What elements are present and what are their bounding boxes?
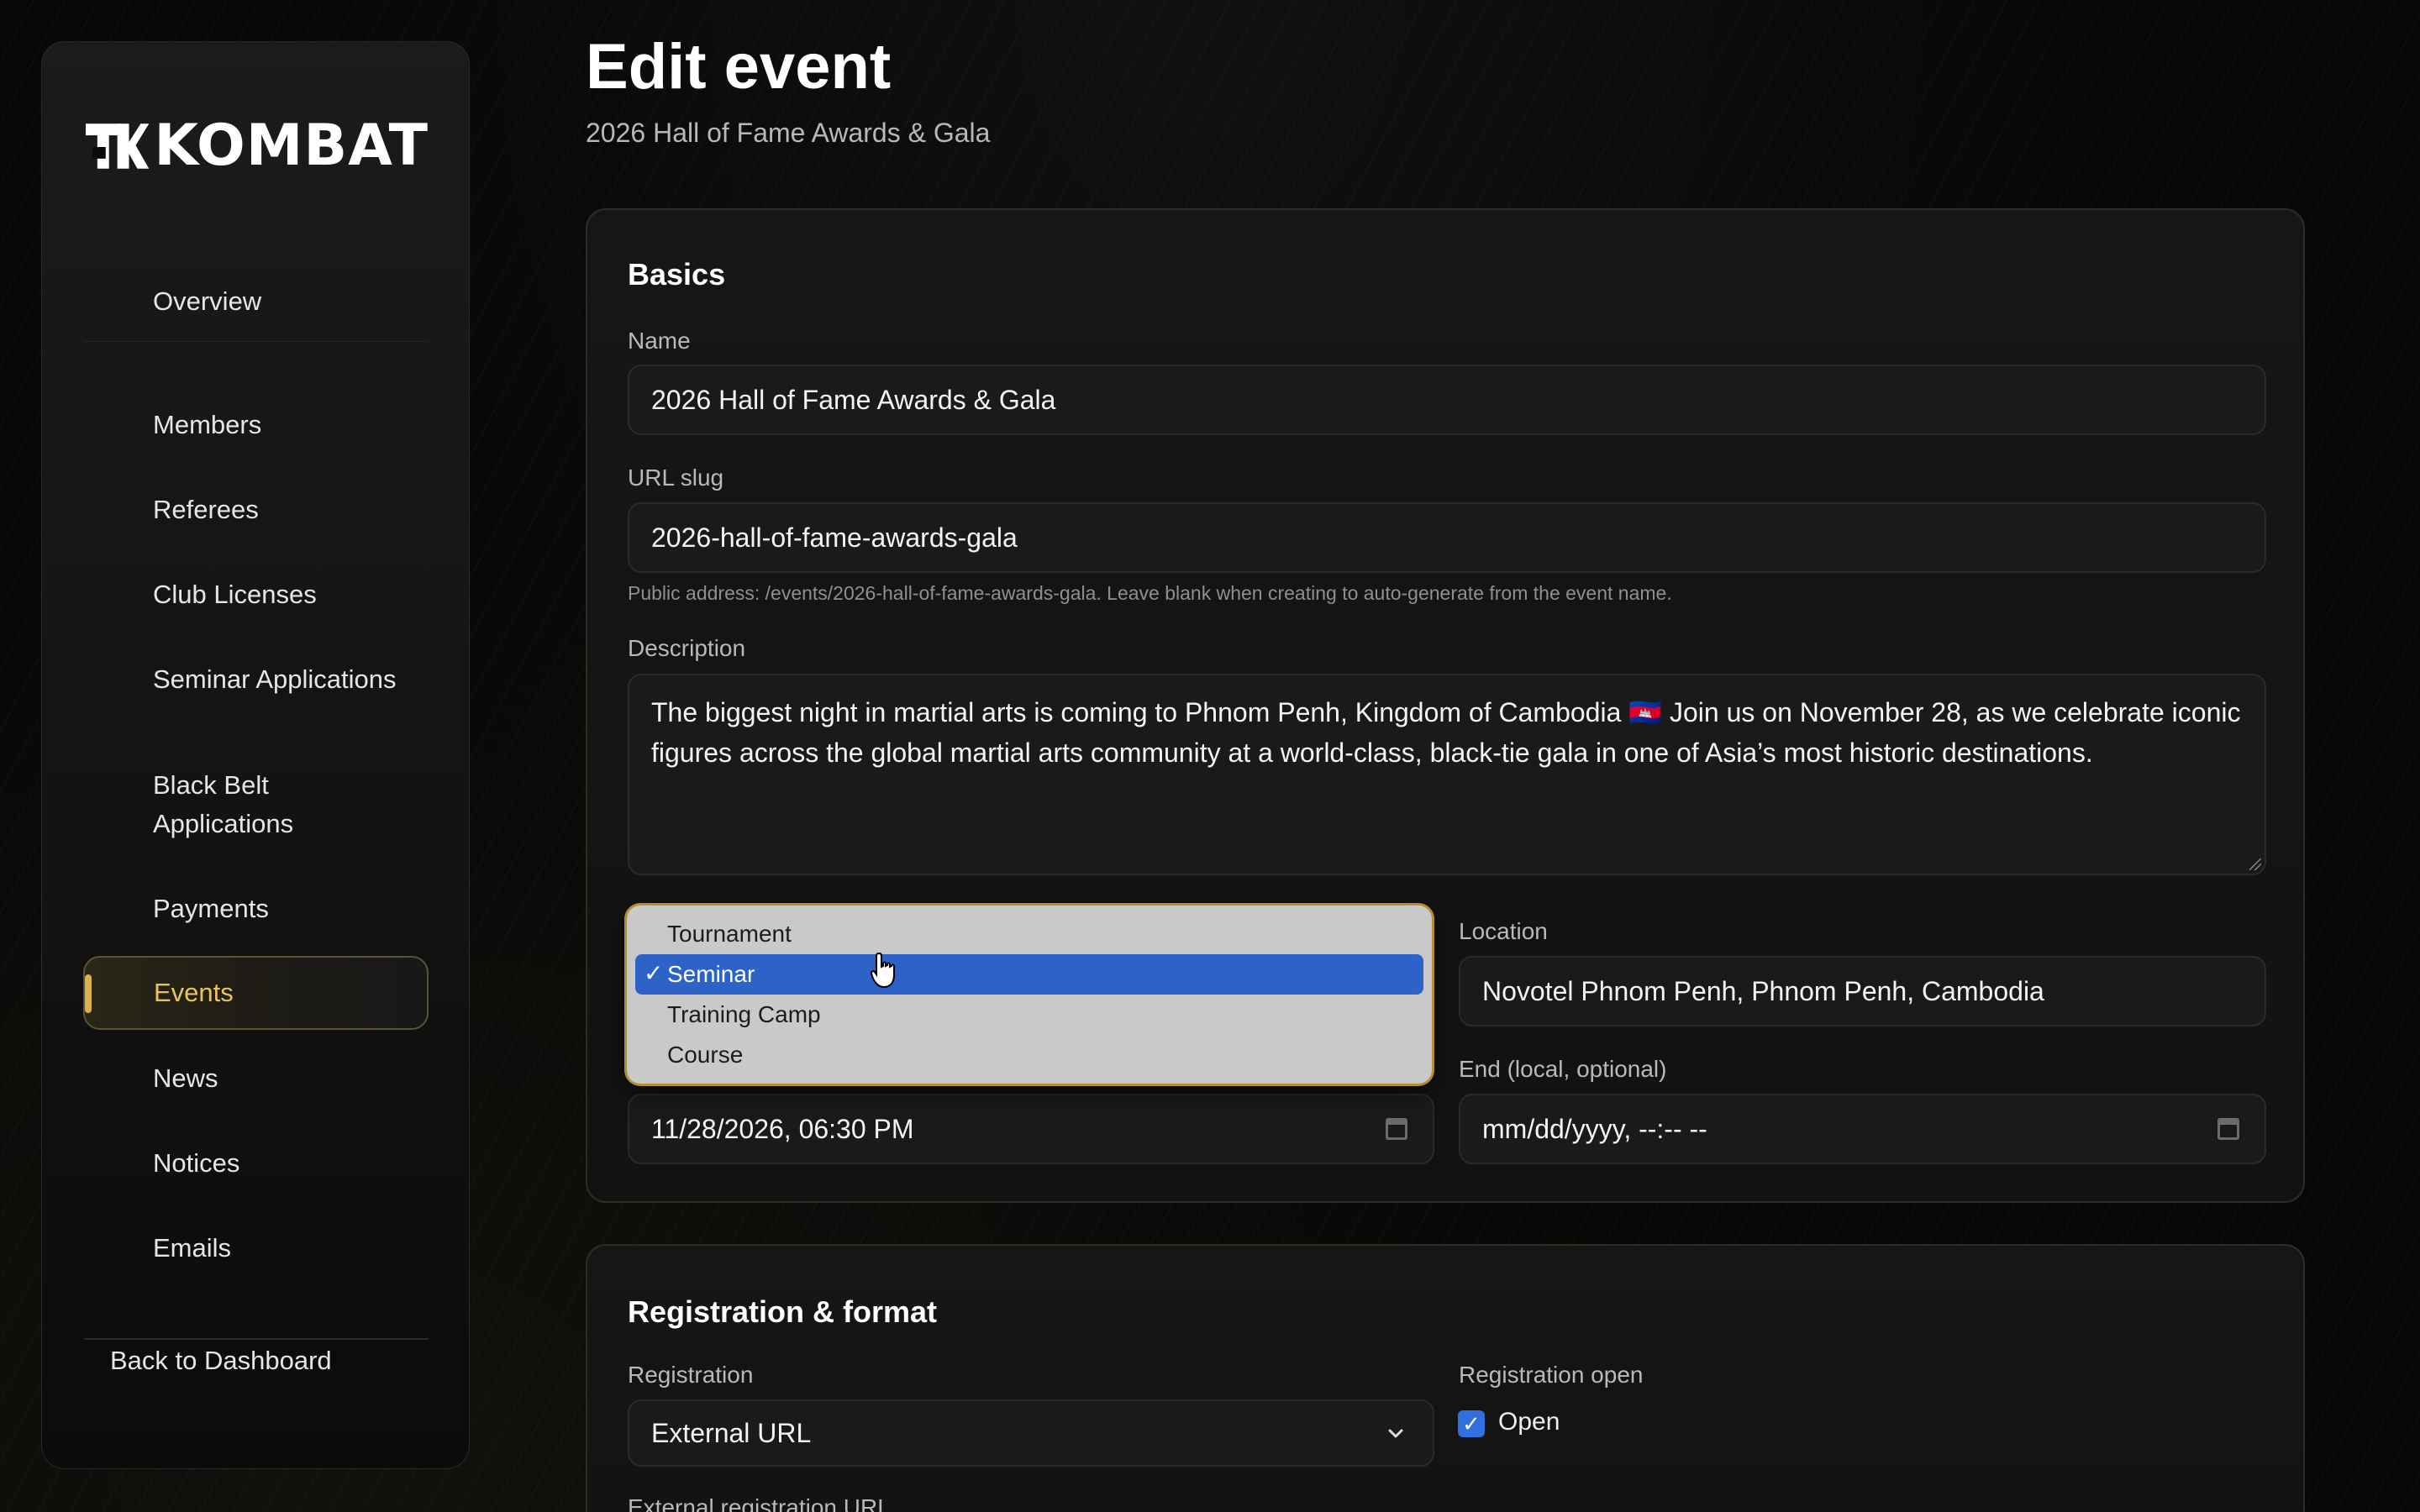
option-tournament[interactable]: Tournament xyxy=(635,914,1423,954)
end-datetime-input[interactable]: mm/dd/yyyy, --:-- -- xyxy=(1459,1094,2266,1164)
end-label: End (local, optional) xyxy=(1459,1056,1667,1082)
sidebar-item-overview[interactable]: Overview xyxy=(84,282,429,321)
checkmark-icon: ✓ xyxy=(644,960,664,986)
option-seminar[interactable]: ✓ Seminar xyxy=(635,954,1423,995)
nav-divider xyxy=(84,1338,429,1340)
location-input[interactable]: Novotel Phnom Penh, Phnom Penh, Cambodia xyxy=(1459,956,2266,1026)
end-placeholder: mm/dd/yyyy, --:-- -- xyxy=(1482,1113,1707,1144)
external-url-label: External registration URL xyxy=(628,1494,891,1512)
location-value: Novotel Phnom Penh, Phnom Penh, Cambodia xyxy=(1482,975,2044,1006)
brand-logo[interactable]: KOMBAT xyxy=(84,113,429,180)
slug-hint: Public address: /events/2026-hall-of-fam… xyxy=(628,582,1672,604)
sidebar-item-seminar-applications[interactable]: Seminar Applications xyxy=(84,660,429,699)
option-label: Course xyxy=(667,1042,744,1068)
option-label: Training Camp xyxy=(667,1001,821,1027)
name-value: 2026 Hall of Fame Awards & Gala xyxy=(651,384,1056,415)
location-label: Location xyxy=(1459,918,1548,944)
slug-input[interactable]: 2026-hall-of-fame-awards-gala xyxy=(628,502,2266,573)
calendar-icon[interactable] xyxy=(2217,1118,2239,1140)
sidebar-item-referees[interactable]: Referees xyxy=(84,491,429,529)
registration-card: Registration & format Registration Exter… xyxy=(586,1244,2305,1512)
registration-select[interactable]: External URL xyxy=(628,1399,1434,1467)
slug-value: 2026-hall-of-fame-awards-gala xyxy=(651,522,1018,553)
start-value: 11/28/2026, 06:30 PM xyxy=(651,1113,914,1144)
kombat-logo-icon xyxy=(85,123,150,169)
nav-divider xyxy=(84,341,429,342)
sidebar-item-members[interactable]: Members xyxy=(84,406,429,444)
event-type-dropdown[interactable]: Tournament ✓ Seminar Training Camp Cours… xyxy=(627,906,1432,1084)
brand-name: KOMBAT xyxy=(154,113,429,179)
option-course[interactable]: Course xyxy=(635,1035,1423,1075)
sidebar-item-events[interactable]: Events xyxy=(83,956,429,1030)
registration-open-label: Registration open xyxy=(1459,1362,1644,1388)
description-value: The biggest night in martial arts is com… xyxy=(651,697,2241,768)
calendar-icon[interactable] xyxy=(1386,1118,1407,1140)
back-to-dashboard-link[interactable]: Back to Dashboard xyxy=(110,1346,332,1376)
registration-open-checkbox-label[interactable]: Open xyxy=(1498,1408,1560,1436)
sidebar-item-emails[interactable]: Emails xyxy=(84,1229,429,1268)
page-title: Edit event xyxy=(586,31,892,102)
start-datetime-input[interactable]: 11/28/2026, 06:30 PM xyxy=(628,1094,1434,1164)
chevron-down-icon xyxy=(1388,1429,1403,1438)
sidebar-item-club-licenses[interactable]: Club Licenses xyxy=(84,575,429,614)
sidebar-item-label: Events xyxy=(154,978,234,1007)
description-label: Description xyxy=(628,635,746,661)
registration-label: Registration xyxy=(628,1362,754,1388)
option-label: Tournament xyxy=(667,921,792,947)
sidebar: KOMBAT Overview Members Referees Club Li… xyxy=(41,41,470,1469)
option-training-camp[interactable]: Training Camp xyxy=(635,995,1423,1035)
hand-cursor-icon xyxy=(871,952,895,989)
registration-value: External URL xyxy=(651,1417,812,1448)
option-label: Seminar xyxy=(667,961,755,987)
section-title-basics: Basics xyxy=(628,257,726,291)
description-textarea[interactable]: The biggest night in martial arts is com… xyxy=(628,674,2266,875)
resize-handle-icon[interactable] xyxy=(2249,858,2261,870)
slug-label: URL slug xyxy=(628,465,724,491)
sidebar-item-notices[interactable]: Notices xyxy=(84,1144,429,1183)
name-input[interactable]: 2026 Hall of Fame Awards & Gala xyxy=(628,365,2266,435)
sidebar-item-payments[interactable]: Payments xyxy=(84,890,429,928)
page-subtitle: 2026 Hall of Fame Awards & Gala xyxy=(586,118,991,148)
registration-open-checkbox[interactable]: ✓ xyxy=(1458,1410,1485,1437)
sidebar-item-black-belt-applications[interactable]: Black Belt Applications xyxy=(84,766,429,843)
section-title-registration: Registration & format xyxy=(628,1294,938,1329)
name-label: Name xyxy=(628,328,691,354)
sidebar-item-news[interactable]: News xyxy=(84,1059,429,1098)
